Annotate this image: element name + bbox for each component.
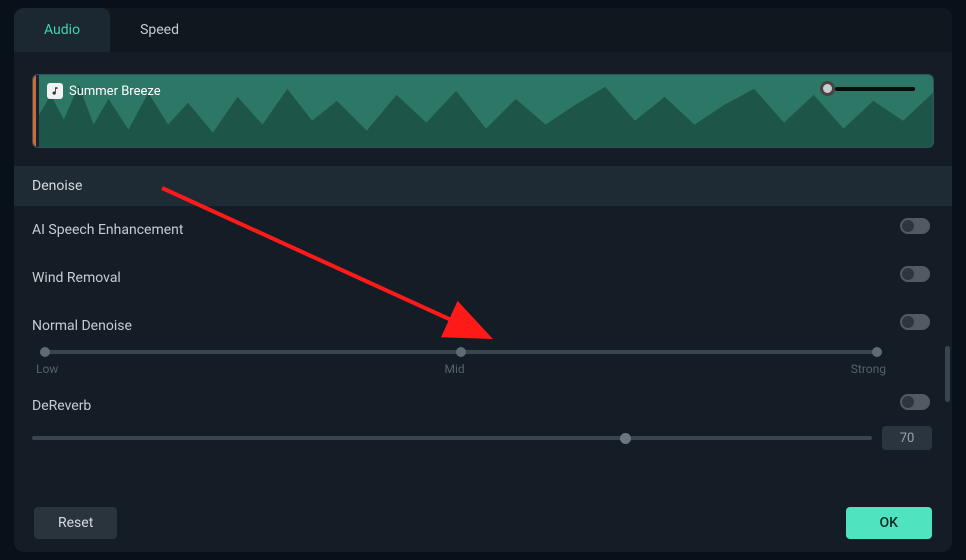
track-volume-slider[interactable] [820,81,915,96]
track-name-label: Summer Breeze [69,84,161,99]
tab-audio[interactable]: Audio [14,8,110,52]
track-title: Summer Breeze [47,83,161,99]
ai-speech-enhancement-row: AI Speech Enhancement [14,206,952,254]
waveform-icon [39,75,933,148]
normal-denoise-label: Normal Denoise [32,314,890,338]
dereverb-slider-row: 70 [14,422,952,450]
slider-label-mid: Mid [444,362,464,376]
slider-rail [835,87,915,91]
ai-speech-enhancement-label: AI Speech Enhancement [32,218,890,242]
slider-label-strong: Strong [851,362,886,376]
audio-track-preview[interactable]: Summer Breeze [32,74,934,148]
wind-removal-toggle[interactable] [900,266,930,282]
slider-stop-strong [872,347,882,357]
wind-removal-label: Wind Removal [32,266,890,290]
ok-button[interactable]: OK [846,507,933,539]
normal-denoise-toggle[interactable] [900,314,930,330]
dereverb-label: DeReverb [32,394,890,418]
ai-speech-enhancement-toggle[interactable] [900,218,930,234]
denoise-section-list: Denoise AI Speech Enhancement Wind Remov… [14,166,952,476]
slider-stop-mid [456,347,466,357]
reset-button[interactable]: Reset [34,507,117,539]
slider-label-low: Low [36,362,58,376]
slider-knob-icon[interactable] [620,433,631,444]
tab-bar: Audio Speed [14,8,952,52]
track-start-marker [33,75,36,147]
audio-settings-panel: Audio Speed Summer Breeze Denoise AI Spe… [14,8,952,552]
dereverb-slider[interactable] [32,430,872,446]
denoise-header: Denoise [14,166,952,206]
tab-speed[interactable]: Speed [110,8,209,52]
normal-denoise-row: Normal Denoise Low Mid Strong [14,302,952,382]
normal-denoise-slider-labels: Low Mid Strong [32,362,890,376]
dereverb-toggle[interactable] [900,394,930,410]
music-note-icon [47,83,63,99]
slider-stop-low [40,347,50,357]
dereverb-value[interactable]: 70 [882,426,932,450]
dereverb-row: DeReverb [14,382,952,422]
footer-bar: Reset OK [14,494,952,552]
slider-knob-icon [820,81,835,96]
scrollbar-thumb[interactable] [945,346,950,402]
normal-denoise-slider[interactable] [32,344,890,360]
wind-removal-row: Wind Removal [14,254,952,302]
slider-rail [32,436,872,440]
